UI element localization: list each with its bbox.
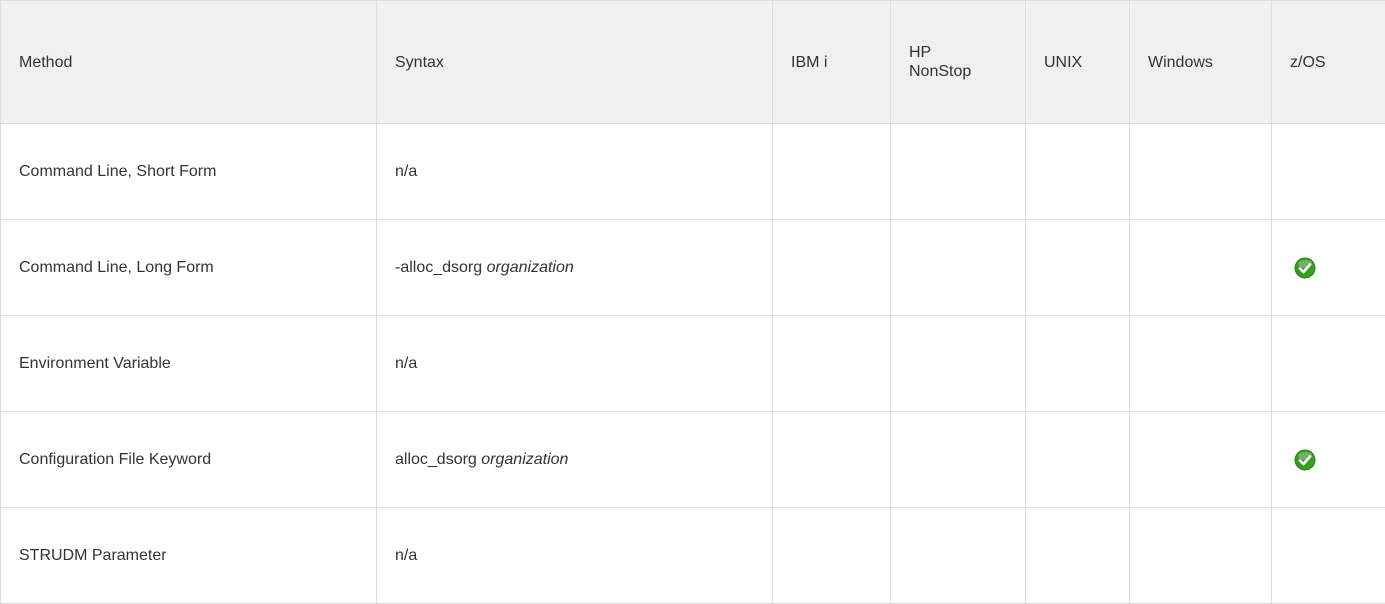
header-hp-nonstop: HP NonStop xyxy=(891,1,1026,124)
header-ibm-i: IBM i xyxy=(773,1,891,124)
hp-nonstop-cell xyxy=(891,316,1026,412)
table-row: Command Line, Short Form n/a xyxy=(1,124,1385,220)
check-circle-icon xyxy=(1294,449,1316,471)
header-syntax: Syntax xyxy=(377,1,773,124)
unix-cell xyxy=(1026,508,1130,604)
unix-cell xyxy=(1026,316,1130,412)
header-row: Method Syntax IBM i HP NonStop UNIX Windo… xyxy=(1,1,1385,124)
syntax-text: n/a xyxy=(395,355,417,372)
syntax-cell: alloc_dsorg organization xyxy=(377,412,773,508)
syntax-text: alloc_dsorg xyxy=(395,451,481,468)
check-circle-icon xyxy=(1294,257,1316,279)
unix-cell xyxy=(1026,412,1130,508)
hp-nonstop-cell xyxy=(891,124,1026,220)
hp-nonstop-cell xyxy=(891,412,1026,508)
windows-cell xyxy=(1130,220,1272,316)
zos-cell xyxy=(1272,412,1385,508)
header-hp-line2: NonStop xyxy=(909,63,971,80)
table-row: STRUDM Parameter n/a xyxy=(1,508,1385,604)
ibm-i-cell xyxy=(773,124,891,220)
syntax-argument: organization xyxy=(487,259,574,276)
syntax-cell: n/a xyxy=(377,316,773,412)
syntax-cell: -alloc_dsorg organization xyxy=(377,220,773,316)
ibm-i-cell xyxy=(773,220,891,316)
syntax-text: -alloc_dsorg xyxy=(395,259,487,276)
windows-cell xyxy=(1130,508,1272,604)
table-row: Environment Variable n/a xyxy=(1,316,1385,412)
header-unix: UNIX xyxy=(1026,1,1130,124)
hp-nonstop-cell xyxy=(891,220,1026,316)
syntax-text: n/a xyxy=(395,163,417,180)
header-hp-line1: HP xyxy=(909,44,931,61)
header-zos: z/OS xyxy=(1272,1,1385,124)
table-row: Configuration File Keywordalloc_dsorg or… xyxy=(1,412,1385,508)
zos-cell xyxy=(1272,220,1385,316)
zos-cell xyxy=(1272,508,1385,604)
windows-cell xyxy=(1130,412,1272,508)
zos-cell xyxy=(1272,124,1385,220)
method-cell: Environment Variable xyxy=(1,316,377,412)
syntax-argument: organization xyxy=(481,451,568,468)
hp-nonstop-cell xyxy=(891,508,1026,604)
method-cell: Command Line, Long Form xyxy=(1,220,377,316)
method-cell: Configuration File Keyword xyxy=(1,412,377,508)
method-cell: Command Line, Short Form xyxy=(1,124,377,220)
unix-cell xyxy=(1026,220,1130,316)
syntax-text: n/a xyxy=(395,547,417,564)
syntax-cell: n/a xyxy=(377,508,773,604)
windows-cell xyxy=(1130,124,1272,220)
zos-cell xyxy=(1272,316,1385,412)
windows-cell xyxy=(1130,316,1272,412)
ibm-i-cell xyxy=(773,316,891,412)
syntax-cell: n/a xyxy=(377,124,773,220)
header-windows: Windows xyxy=(1130,1,1272,124)
ibm-i-cell xyxy=(773,412,891,508)
ibm-i-cell xyxy=(773,508,891,604)
table-row: Command Line, Long Form-alloc_dsorg orga… xyxy=(1,220,1385,316)
header-method: Method xyxy=(1,1,377,124)
method-cell: STRUDM Parameter xyxy=(1,508,377,604)
unix-cell xyxy=(1026,124,1130,220)
availability-table: Method Syntax IBM i HP NonStop UNIX Windo… xyxy=(0,0,1385,604)
